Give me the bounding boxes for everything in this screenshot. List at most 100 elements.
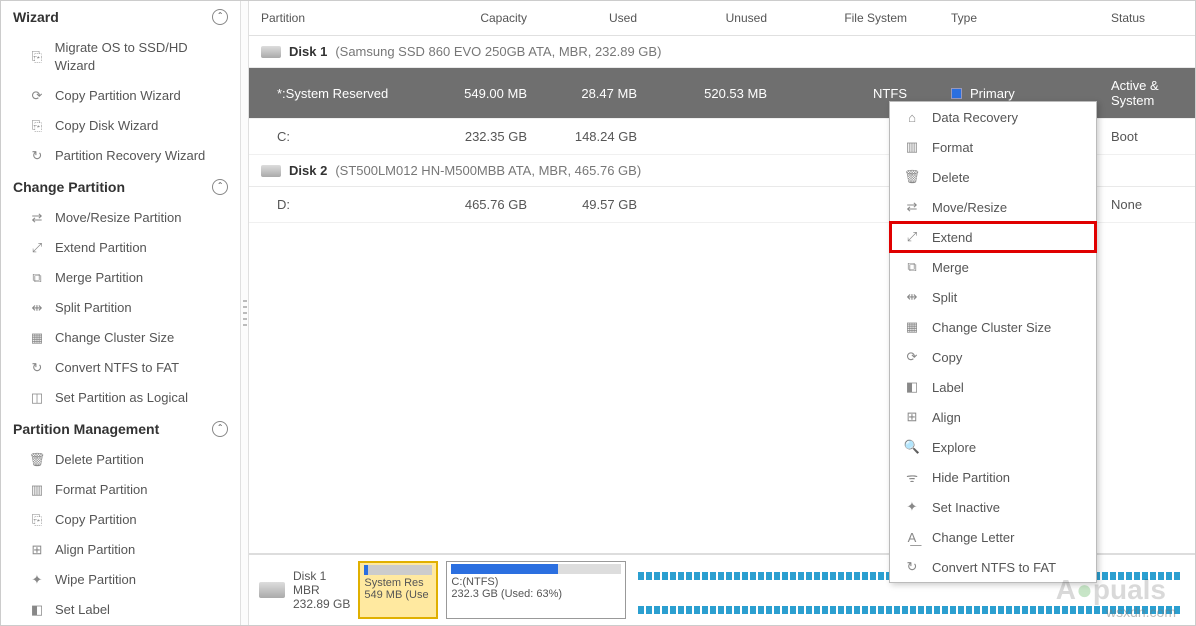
menu-item-label: Merge <box>932 260 969 275</box>
menu-item-icon: ⤢ <box>904 229 920 245</box>
context-menu-item[interactable]: 🔍Explore <box>890 432 1096 462</box>
menu-item-icon: ✦ <box>904 499 920 515</box>
cell-partition: C: <box>249 119 419 154</box>
menu-item-icon: ⧉ <box>904 259 920 275</box>
menu-item-label: Explore <box>932 440 976 455</box>
context-menu-item[interactable]: ✦Set Inactive <box>890 492 1096 522</box>
sidebar-item-label: Align Partition <box>55 541 135 559</box>
sidebar-group-title: Change Partition <box>13 179 125 195</box>
context-menu-item[interactable]: ◧Label <box>890 372 1096 402</box>
sidebar-item-icon: 🗑 <box>29 452 45 468</box>
sidebar-item[interactable]: ↻Partition Recovery Wizard <box>1 141 240 171</box>
menu-item-icon: ↻ <box>904 559 920 575</box>
cell-status: Boot <box>1099 119 1195 154</box>
menu-item-label: Data Recovery <box>932 110 1018 125</box>
disk-map-label: Disk 1 MBR 232.89 GB <box>259 569 350 611</box>
sidebar-item[interactable]: ▥Format Partition <box>1 475 240 505</box>
sidebar-item-icon: ⇹ <box>29 300 45 316</box>
map-block-c[interactable]: C:(NTFS) 232.3 GB (Used: 63%) <box>446 561 626 619</box>
context-menu-item[interactable]: ⌂Data Recovery <box>890 102 1096 132</box>
sidebar-item[interactable]: ⟳Copy Partition Wizard <box>1 81 240 111</box>
disk-info: (ST500LM012 HN-M500MBB ATA, MBR, 465.76 … <box>335 163 641 178</box>
menu-item-label: Hide Partition <box>932 470 1010 485</box>
sidebar-group-title: Wizard <box>13 9 59 25</box>
menu-item-label: Move/Resize <box>932 200 1007 215</box>
sidebar-item[interactable]: ⎘Copy Partition <box>1 505 240 535</box>
cell-capacity: 465.76 GB <box>419 187 539 222</box>
cell-unused <box>649 195 779 215</box>
context-menu-item[interactable]: ᯤHide Partition <box>890 462 1096 492</box>
sidebar-item[interactable]: ◧Set Label <box>1 595 240 625</box>
menu-item-icon: A͟ <box>904 529 920 545</box>
th-capacity[interactable]: Capacity <box>419 1 539 35</box>
sidebar-item-label: Delete Partition <box>55 451 144 469</box>
context-menu-item[interactable]: ⤢Extend <box>890 222 1096 252</box>
context-menu-item[interactable]: ▥Format <box>890 132 1096 162</box>
sidebar-item[interactable]: ⎘Migrate OS to SSD/HD Wizard <box>1 33 240 81</box>
sidebar-item-label: Copy Disk Wizard <box>55 117 158 135</box>
sidebar-item[interactable]: ↻Convert NTFS to FAT <box>1 353 240 383</box>
sidebar-item[interactable]: ◫Set Partition as Logical <box>1 383 240 413</box>
disk-icon <box>259 582 285 598</box>
sidebar-item[interactable]: ▦Change Cluster Size <box>1 323 240 353</box>
sidebar-group-title: Partition Management <box>13 421 159 437</box>
sidebar-item[interactable]: 🗑 Delete Partition <box>1 445 240 475</box>
sidebar-item-label: Migrate OS to SSD/HD Wizard <box>55 39 228 75</box>
map-block-system-reserved[interactable]: System Res 549 MB (Use <box>358 561 438 619</box>
chevron-up-icon: ˆ <box>212 421 228 437</box>
disk-icon <box>261 46 281 58</box>
sidebar-group-header[interactable]: Change Partition ˆ <box>1 171 240 203</box>
cell-used: 148.24 GB <box>539 119 649 154</box>
sidebar-group-header[interactable]: Wizard ˆ <box>1 1 240 33</box>
sidebar-item[interactable]: ✦Wipe Partition <box>1 565 240 595</box>
th-filesystem[interactable]: File System <box>779 1 919 35</box>
table-header: Partition Capacity Used Unused File Syst… <box>249 1 1195 36</box>
context-menu-item[interactable]: ⊞ Align <box>890 402 1096 432</box>
context-menu-item[interactable]: 🗑Delete <box>890 162 1096 192</box>
type-color-icon <box>951 88 962 99</box>
footer-disk-mbr: MBR <box>293 583 350 597</box>
disk-info: (Samsung SSD 860 EVO 250GB ATA, MBR, 232… <box>335 44 661 59</box>
sidebar-item[interactable]: ⤢Extend Partition <box>1 233 240 263</box>
th-used[interactable]: Used <box>539 1 649 35</box>
sidebar: Wizard ˆ ⎘Migrate OS to SSD/HD Wizard⟳Copy… <box>1 1 241 625</box>
sidebar-item-label: Copy Partition Wizard <box>55 87 181 105</box>
th-type[interactable]: Type <box>919 1 1099 35</box>
menu-item-icon: ▥ <box>904 139 920 155</box>
cell-capacity: 232.35 GB <box>419 119 539 154</box>
sidebar-item-icon: ↻ <box>29 148 45 164</box>
menu-item-label: Align <box>932 410 961 425</box>
disk-name: Disk 1 <box>289 44 327 59</box>
th-status[interactable]: Status <box>1099 1 1195 35</box>
menu-item-label: Copy <box>932 350 962 365</box>
sidebar-item[interactable]: ⇹Split Partition <box>1 293 240 323</box>
sidebar-group-header[interactable]: Partition Management ˆ <box>1 413 240 445</box>
disk-row[interactable]: Disk 1 (Samsung SSD 860 EVO 250GB ATA, M… <box>249 36 1195 68</box>
sidebar-item[interactable]: ⇄Move/Resize Partition <box>1 203 240 233</box>
context-menu-item[interactable]: A͟Change Letter <box>890 522 1096 552</box>
menu-item-icon: ⇹ <box>904 289 920 305</box>
sidebar-item-label: Copy Partition <box>55 511 137 529</box>
context-menu-item[interactable]: ⇹Split <box>890 282 1096 312</box>
map-block2-line2: 232.3 GB (Used: 63%) <box>451 588 621 600</box>
context-menu-item[interactable]: ⟳Copy <box>890 342 1096 372</box>
disk-map-text: Disk 1 MBR 232.89 GB <box>293 569 350 611</box>
menu-item-icon: ▦ <box>904 319 920 335</box>
chevron-up-icon: ˆ <box>212 9 228 25</box>
cell-used: 28.47 MB <box>539 76 649 111</box>
sidebar-item[interactable]: ⎘Copy Disk Wizard <box>1 111 240 141</box>
cell-partition: *:System Reserved <box>249 76 419 111</box>
th-partition[interactable]: Partition <box>249 1 419 35</box>
sidebar-item[interactable]: ⊞Align Partition <box>1 535 240 565</box>
splitter[interactable] <box>241 1 249 625</box>
context-menu-item[interactable]: ⧉ Merge <box>890 252 1096 282</box>
map-block2-line1: C:(NTFS) <box>451 576 621 588</box>
cell-unused <box>649 127 779 147</box>
sidebar-item[interactable]: ⧉Merge Partition <box>1 263 240 293</box>
context-menu-item[interactable]: ⇄Move/Resize <box>890 192 1096 222</box>
chevron-up-icon: ˆ <box>212 179 228 195</box>
context-menu-item[interactable]: ▦Change Cluster Size <box>890 312 1096 342</box>
menu-item-icon: ⊞ <box>904 409 920 425</box>
footer-disk-size: 232.89 GB <box>293 597 350 611</box>
th-unused[interactable]: Unused <box>649 1 779 35</box>
